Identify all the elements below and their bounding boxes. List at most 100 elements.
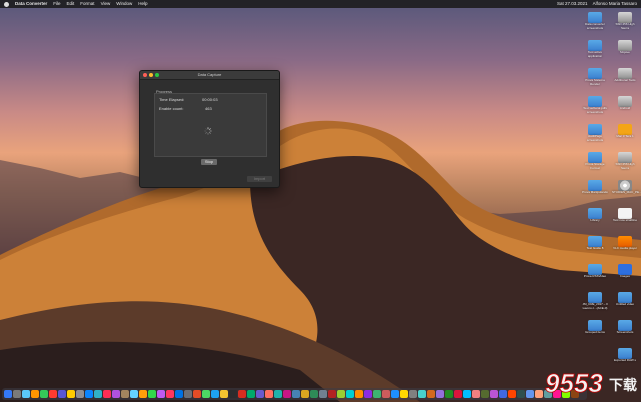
desktop-icon-prova-storage-format[interactable]: Prova Storage Format: [582, 152, 608, 170]
dock-app-icon[interactable]: [508, 390, 516, 398]
dock-app-icon[interactable]: [310, 390, 318, 398]
dock-app-icon[interactable]: [85, 390, 93, 398]
dock-app-icon[interactable]: [112, 390, 120, 398]
desktop-icon-library[interactable]: Library: [582, 208, 608, 223]
dock-app-icon[interactable]: [364, 390, 372, 398]
dock-app-icon[interactable]: [31, 390, 39, 398]
desktop-icon-screenshots[interactable]: Screenshots: [612, 320, 638, 335]
desktop-icon-grouped-items[interactable]: Grouped items: [582, 320, 608, 335]
dock-app-icon[interactable]: [382, 390, 390, 398]
menu-help[interactable]: Help: [138, 0, 147, 8]
import-button[interactable]: Import: [247, 176, 272, 182]
dock-app-icon[interactable]: [247, 390, 255, 398]
dock-app-icon[interactable]: [535, 390, 543, 398]
dock-app-icon[interactable]: [373, 390, 381, 398]
desktop-icon-untitled-video[interactable]: Untitled video: [612, 292, 638, 307]
desktop-icon-additional-tools[interactable]: Additional Tools: [612, 68, 638, 83]
stop-button[interactable]: Stop: [201, 159, 217, 165]
dock-app-icon[interactable]: [76, 390, 84, 398]
dock-app-icon[interactable]: [211, 390, 219, 398]
dock-app-icon[interactable]: [202, 390, 210, 398]
dock-app-icon[interactable]: [319, 390, 327, 398]
menu-user[interactable]: Alfonso Maria Tassaro: [593, 0, 637, 8]
dock-app-icon[interactable]: [121, 390, 129, 398]
dock-app-icon[interactable]: [256, 390, 264, 398]
dock-app-icon[interactable]: [274, 390, 282, 398]
desktop-icon-jm-cre-2017[interactable]: JM_CRE_2017 – ll Lavoro c...(ACE-0): [582, 292, 608, 310]
dock-app-icon[interactable]: [139, 390, 147, 398]
desktop-icon-prova-rssvideo[interactable]: Prova RSSVideo: [582, 264, 608, 279]
desktop-icon-test-active-application[interactable]: Test active application: [582, 40, 608, 58]
zoom-icon[interactable]: [155, 73, 159, 77]
desktop-icon-test-guide[interactable]: Test Guide 8: [582, 236, 608, 251]
dock-app-icon[interactable]: [499, 390, 507, 398]
dock-app-icon[interactable]: [454, 390, 462, 398]
dock-app-icon[interactable]: [445, 390, 453, 398]
desktop-icon-android[interactable]: Android: [612, 96, 638, 111]
dock-app-icon[interactable]: [58, 390, 66, 398]
dock-app-icon[interactable]: [283, 390, 291, 398]
dock-app-icon[interactable]: [265, 390, 273, 398]
dock-app-icon[interactable]: [130, 390, 138, 398]
desktop-icon-data-converter-screenshots[interactable]: Data converter screenshots: [582, 12, 608, 30]
dock-app-icon[interactable]: [400, 390, 408, 398]
dock-app-icon[interactable]: [517, 390, 525, 398]
desktop-icon-prova-manipulando[interactable]: Prova Manipulando: [582, 180, 608, 195]
dock-app-icon[interactable]: [490, 390, 498, 398]
close-icon[interactable]: [143, 73, 147, 77]
menu-app-name[interactable]: Data Converter: [15, 0, 47, 8]
desktop-icon-test-verbena-pdfs[interactable]: Test verbena pdfs screenshots: [582, 96, 608, 114]
desktop-icon-prova-sistema-render[interactable]: Prova Sistema Render: [582, 68, 608, 86]
dock-app-icon[interactable]: [67, 390, 75, 398]
apple-menu-icon[interactable]: [4, 1, 9, 7]
desktop-icon-auditpage-screenshots[interactable]: AuditPage screenshots: [582, 124, 608, 142]
menu-file[interactable]: File: [53, 0, 60, 8]
dock-app-icon[interactable]: [472, 390, 480, 398]
dock-app-icon[interactable]: [94, 390, 102, 398]
dock-app-icon[interactable]: [166, 390, 174, 398]
dock-app-icon[interactable]: [13, 390, 21, 398]
dock-app-icon[interactable]: [49, 390, 57, 398]
minimize-icon[interactable]: [149, 73, 153, 77]
dialog-titlebar[interactable]: Data Capture: [140, 71, 279, 80]
dock-app-icon[interactable]: [175, 390, 183, 398]
desktop-icon-disc-image[interactable]: STUDIES_MAC_PE...T19_16...1_2019.1: [612, 180, 641, 195]
dock-app-icon[interactable]: [22, 390, 30, 398]
dock-app-icon[interactable]: [301, 390, 309, 398]
dock-app-icon[interactable]: [220, 390, 228, 398]
dock-app-icon[interactable]: [391, 390, 399, 398]
desktop-icon-mojave[interactable]: Mojave: [612, 40, 638, 55]
dock-app-icon[interactable]: [4, 390, 12, 398]
desktop-icon-mac-3-tera[interactable]: Mac 3 Tera 1: [612, 124, 638, 139]
desktop-icon-vlc-media-player[interactable]: VLC media player: [612, 236, 638, 251]
dock-app-icon[interactable]: [229, 390, 237, 398]
dock-app-icon[interactable]: [463, 390, 471, 398]
dock-app-icon[interactable]: [148, 390, 156, 398]
dock-app-icon[interactable]: [427, 390, 435, 398]
dock-app-icon[interactable]: [526, 390, 534, 398]
dock-app-icon[interactable]: [481, 390, 489, 398]
dock-app-icon[interactable]: [346, 390, 354, 398]
dock-app-icon[interactable]: [238, 390, 246, 398]
dock-app-icon[interactable]: [157, 390, 165, 398]
menu-format[interactable]: Format: [80, 0, 94, 8]
dock-app-icon[interactable]: [292, 390, 300, 398]
desktop-icon-test-now[interactable]: Test now strabline: [612, 208, 638, 223]
dock-app-icon[interactable]: [436, 390, 444, 398]
dock-app-icon[interactable]: [337, 390, 345, 398]
dock-app-icon[interactable]: [184, 390, 192, 398]
dock-app-icon[interactable]: [103, 390, 111, 398]
menu-edit[interactable]: Edit: [67, 0, 75, 8]
menu-clock[interactable]: Sat 27.03.2021: [557, 0, 588, 8]
desktop-icon-ssd-256-high-sierra[interactable]: SSD 256 High Sierra: [612, 12, 638, 30]
dock-app-icon[interactable]: [418, 390, 426, 398]
desktop-icon-ssd-256-high-sierra-2[interactable]: SSD 256 High Sierra: [612, 152, 638, 170]
desktop-icon-images[interactable]: Images: [612, 264, 638, 279]
dock-app-icon[interactable]: [328, 390, 336, 398]
menu-window[interactable]: Window: [116, 0, 132, 8]
dock-app-icon[interactable]: [355, 390, 363, 398]
dock-app-icon[interactable]: [193, 390, 201, 398]
desktop-icon-exported-raw[interactable]: Exported RAW s: [612, 348, 638, 363]
dock-app-icon[interactable]: [409, 390, 417, 398]
menu-view[interactable]: View: [101, 0, 111, 8]
